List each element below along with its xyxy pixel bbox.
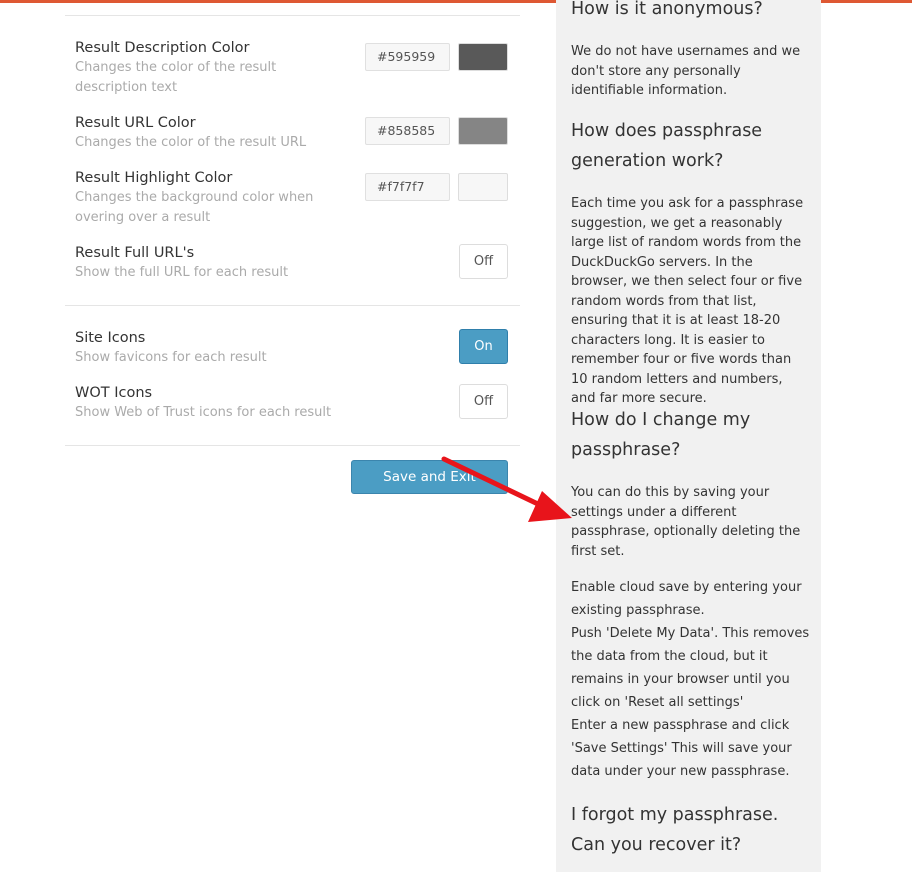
annotation-arrow-icon [441,456,572,522]
